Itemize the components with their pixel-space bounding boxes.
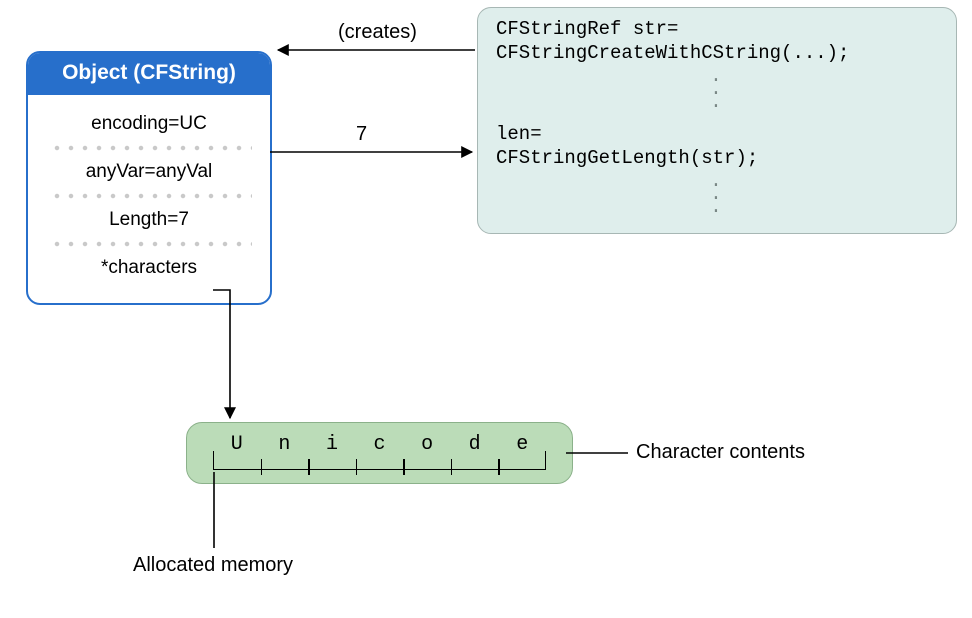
code-line: len= — [496, 123, 938, 147]
code-line: CFStringCreateWithCString(...); — [496, 42, 938, 66]
memory-bar: U n i c o d e — [186, 422, 573, 484]
diagram-canvas: Object (CFString) encoding=UC anyVar=any… — [0, 0, 972, 618]
vertical-ellipsis-icon: ··· — [496, 66, 938, 124]
vertical-ellipsis-icon: ··· — [496, 171, 938, 229]
code-block: CFStringRef str= CFStringCreateWithCStri… — [477, 7, 957, 234]
dotted-separator — [46, 145, 252, 151]
object-row: Length=7 — [42, 201, 256, 239]
creates-label: (creates) — [338, 21, 417, 44]
dotted-separator — [46, 241, 252, 247]
length-value-label: 7 — [356, 123, 367, 146]
object-row: anyVar=anyVal — [42, 153, 256, 191]
code-line: CFStringGetLength(str); — [496, 147, 938, 171]
contents-label: Character contents — [636, 441, 805, 464]
memory-bracket — [213, 451, 546, 470]
object-card: Object (CFString) encoding=UC anyVar=any… — [26, 51, 272, 305]
object-row: encoding=UC — [42, 105, 256, 143]
object-body: encoding=UC anyVar=anyVal Length=7 *char… — [28, 95, 270, 303]
dotted-separator — [46, 193, 252, 199]
object-title: Object (CFString) — [28, 53, 270, 95]
characters-arrow — [213, 290, 230, 418]
object-row: *characters — [42, 249, 256, 287]
allocated-label: Allocated memory — [133, 554, 293, 577]
code-line: CFStringRef str= — [496, 18, 938, 42]
